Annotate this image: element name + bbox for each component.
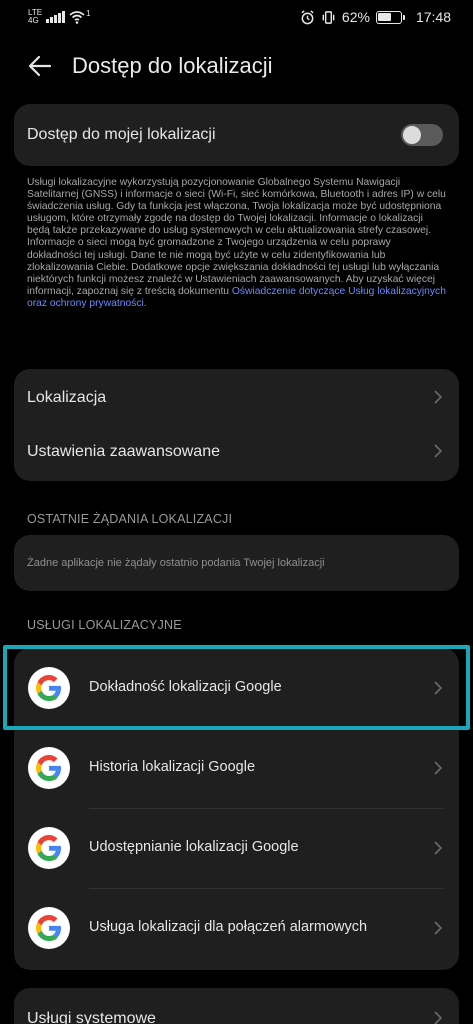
settings-card: Lokalizacja Ustawienia zaawansowane (14, 369, 459, 481)
settings-item-label: Ustawienia zaawansowane (27, 443, 220, 460)
alarm-icon (301, 9, 314, 24)
chevron-right-icon (434, 761, 443, 775)
google-icon (28, 747, 70, 789)
arrow-left-icon[interactable] (26, 52, 54, 80)
service-item-google-sharing[interactable]: Udostępnianie lokalizacji Google (14, 808, 459, 888)
status-bar: LTE 4G 1 62% 17:48 (0, 0, 473, 34)
signal-icon (46, 11, 66, 23)
google-icon (28, 827, 70, 869)
battery-icon (375, 10, 405, 24)
description-text: Usługi lokalizacyjne wykorzystują pozycj… (27, 177, 446, 297)
wifi-sup: 1 (86, 8, 91, 18)
chevron-right-icon (434, 1011, 443, 1024)
recent-requests-heading: OSTATNIE ŻĄDANIA LOKALIZACJI (27, 512, 233, 526)
battery-percent: 62% (341, 9, 370, 25)
location-description: Usługi lokalizacyjne wykorzystują pozycj… (27, 177, 447, 310)
battery-fill (378, 13, 392, 21)
page-title: Dostęp do lokalizacji (72, 53, 273, 78)
chevron-right-icon (434, 841, 443, 855)
chevron-right-icon (434, 390, 443, 404)
network-type: LTE 4G (28, 9, 42, 25)
recent-requests-empty-text: Żadne aplikacje nie żądały ostatnio poda… (27, 557, 325, 569)
system-services-label: Usługi systemowe (27, 1010, 156, 1024)
settings-item-advanced[interactable]: Ustawienia zaawansowane (14, 425, 459, 481)
settings-item-lokalizacja[interactable]: Lokalizacja (14, 369, 459, 425)
recent-requests-card: Żadne aplikacje nie żądały ostatnio poda… (14, 535, 459, 591)
my-location-label: Dostęp do mojej lokalizacji (27, 126, 216, 143)
settings-item-label: Lokalizacja (27, 389, 107, 406)
chevron-right-icon (434, 444, 443, 458)
google-icon (28, 907, 70, 949)
chevron-right-icon (434, 921, 443, 935)
app-header: Dostęp do lokalizacji (0, 44, 473, 88)
status-left: LTE 4G 1 (28, 9, 91, 25)
service-item-google-history[interactable]: Historia lokalizacji Google (14, 728, 459, 808)
status-right: 62% 17:48 (300, 9, 451, 25)
clock: 17:48 (415, 9, 451, 25)
highlight-box (3, 645, 470, 730)
description-end: . (143, 297, 147, 309)
service-item-label: Historia lokalizacji Google (89, 759, 256, 775)
service-item-label: Udostępnianie lokalizacji Google (89, 839, 299, 855)
my-location-card[interactable]: Dostęp do mojej lokalizacji (14, 104, 459, 166)
system-services-card[interactable]: Usługi systemowe (14, 988, 459, 1024)
location-services-heading: USŁUGI LOKALIZACYJNE (27, 618, 182, 632)
vibrate-icon (322, 10, 335, 24)
my-location-toggle[interactable] (401, 124, 443, 146)
service-item-emergency-location[interactable]: Usługa lokalizacji dla połączeń alarmowy… (14, 888, 459, 970)
wifi-icon (69, 11, 85, 24)
service-item-label: Usługa lokalizacji dla połączeń alarmowy… (89, 919, 368, 935)
network-sub-label: 4G (28, 16, 39, 25)
toggle-knob (403, 126, 421, 144)
